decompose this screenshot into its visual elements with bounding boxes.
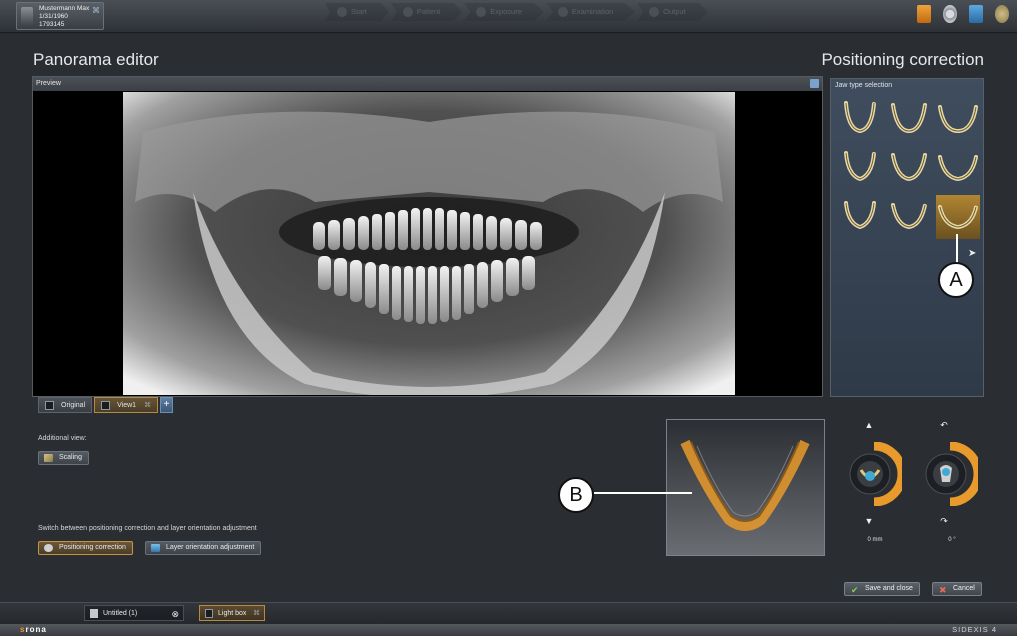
callout-a: A xyxy=(938,262,974,298)
jaw-arch-icon xyxy=(844,201,876,230)
callout-a-line xyxy=(956,234,958,264)
ruler-icon xyxy=(44,454,53,462)
footer: srona SIDEXIS 4 xyxy=(0,624,1017,636)
book-icon[interactable] xyxy=(917,5,931,23)
task-lightbox[interactable]: Light box ⌘ xyxy=(199,605,265,621)
rotate-cw-arrow-icon[interactable]: ↷ xyxy=(938,516,950,527)
monitor-icon[interactable] xyxy=(969,5,983,23)
additional-view-label: Additional view: xyxy=(38,435,87,442)
lightbox-icon xyxy=(205,609,213,618)
exposure-icon xyxy=(476,7,487,17)
shift-value: 0 mm xyxy=(867,537,883,543)
save-and-close-button[interactable]: ✔ Save and close xyxy=(844,582,920,596)
gear-icon[interactable] xyxy=(943,5,957,23)
taskbar: Untitled (1) ⊗ Light box ⌘ xyxy=(0,602,1017,624)
rotation-dial[interactable] xyxy=(922,441,983,507)
workflow-step-patient[interactable]: Patient xyxy=(390,3,463,21)
jaw-type-option[interactable] xyxy=(936,195,980,239)
jaw-type-option[interactable] xyxy=(887,95,931,139)
check-icon: ✔ xyxy=(851,585,859,595)
pin-icon[interactable]: ⌘ xyxy=(92,6,100,15)
shift-dial-render xyxy=(849,441,907,507)
layer-orientation-button[interactable]: Layer orientation adjustment xyxy=(145,541,262,555)
workflow-step-output[interactable]: Output xyxy=(637,3,708,21)
shift-up-arrow-icon[interactable]: ▲ xyxy=(863,420,875,430)
task-untitled[interactable]: Untitled (1) ⊗ xyxy=(84,605,184,621)
focal-curve-preview[interactable] xyxy=(666,419,825,556)
patient-name: Mustermann Max xyxy=(39,5,90,12)
jaw-type-option[interactable] xyxy=(887,145,931,189)
workflow-step-start[interactable]: Start xyxy=(325,3,389,21)
output-icon xyxy=(649,7,660,17)
jaw-panel-header: Jaw type selection xyxy=(835,82,893,89)
start-icon xyxy=(337,7,347,17)
callout-b-line xyxy=(594,492,692,494)
xray-render xyxy=(123,92,735,395)
patient-avatar xyxy=(21,7,33,26)
cancel-button[interactable]: ✖ Cancel xyxy=(932,582,982,596)
jaw-type-option[interactable] xyxy=(838,195,882,239)
tooth-icon xyxy=(44,544,53,552)
top-bar: Mustermann Max 1/31/1960 1793145 ⌘ Start… xyxy=(0,0,1017,33)
view-tabs: Original View1 ⌘ + xyxy=(38,397,174,413)
expand-icon[interactable] xyxy=(810,79,819,88)
shift-dial[interactable] xyxy=(846,441,907,507)
scaling-button[interactable]: Scaling xyxy=(38,451,89,465)
globe-icon[interactable] xyxy=(995,5,1009,23)
examination-icon xyxy=(557,7,568,17)
jaw-arch-icon xyxy=(844,101,876,134)
jaw-arch-icon xyxy=(844,151,876,182)
preview-header: Preview xyxy=(33,77,822,91)
jaw-type-option[interactable] xyxy=(838,145,882,189)
jaw-arch-icon xyxy=(891,103,927,134)
shift-down-arrow-icon[interactable]: ▼ xyxy=(863,516,875,526)
close-icon[interactable]: ⊗ xyxy=(171,606,179,622)
jaw-arch-icon xyxy=(938,105,978,134)
page-title: Panorama editor xyxy=(33,50,159,69)
patient-dob: 1/31/1960 xyxy=(39,13,68,20)
rotation-dial-render xyxy=(925,441,983,507)
tab-original[interactable]: Original xyxy=(38,397,93,413)
workflow-step-exposure[interactable]: Exposure xyxy=(464,3,544,21)
document-icon xyxy=(90,609,98,618)
rotate-ccw-arrow-icon[interactable]: ↶ xyxy=(938,420,950,431)
panoramic-xray-image[interactable] xyxy=(123,92,735,395)
patient-info: Mustermann Max 1/31/1960 1793145 xyxy=(39,5,89,29)
rotation-value: 0 ° xyxy=(948,537,956,543)
jaw-type-option[interactable] xyxy=(838,95,882,139)
close-icon[interactable]: ⌘ xyxy=(144,402,151,409)
jaw-arch-icon xyxy=(891,153,927,182)
add-view-button[interactable]: + xyxy=(160,397,174,413)
jaw-type-option[interactable] xyxy=(936,95,980,139)
product-version: SIDEXIS 4 xyxy=(952,625,997,634)
curve-render xyxy=(680,439,810,531)
callout-b: B xyxy=(558,477,594,513)
jaw-arch-icon xyxy=(891,203,927,230)
patient-id: 1793145 xyxy=(39,21,65,28)
jaw-type-option[interactable] xyxy=(936,145,980,189)
preview-panel: Preview xyxy=(32,76,823,397)
mode-title: Positioning correction xyxy=(821,50,984,69)
jaw-type-option[interactable] xyxy=(887,195,931,239)
brand-logo: srona xyxy=(20,625,47,634)
jaw-arch-icon xyxy=(938,155,978,182)
pin-icon[interactable]: ⌘ xyxy=(253,606,260,622)
jaw-arch-icon xyxy=(938,205,978,230)
patient-card[interactable]: Mustermann Max 1/31/1960 1793145 ⌘ xyxy=(16,2,104,30)
patient-icon xyxy=(402,7,413,17)
cancel-icon: ✖ xyxy=(939,585,947,595)
image-icon xyxy=(45,401,54,410)
positioning-correction-button[interactable]: Positioning correction xyxy=(38,541,133,555)
cursor-icon: ➤ xyxy=(968,248,977,259)
workflow-steps: Start Patient Exposure Examination Outpu… xyxy=(325,3,710,23)
workflow-step-examination[interactable]: Examination xyxy=(545,3,636,21)
jaw-type-panel: Jaw type selection xyxy=(830,78,984,397)
image-icon xyxy=(101,401,111,410)
top-icons xyxy=(917,5,1009,23)
switch-label: Switch between positioning correction an… xyxy=(38,525,257,532)
layer-icon xyxy=(151,544,160,552)
tab-view1[interactable]: View1 ⌘ xyxy=(94,397,159,413)
